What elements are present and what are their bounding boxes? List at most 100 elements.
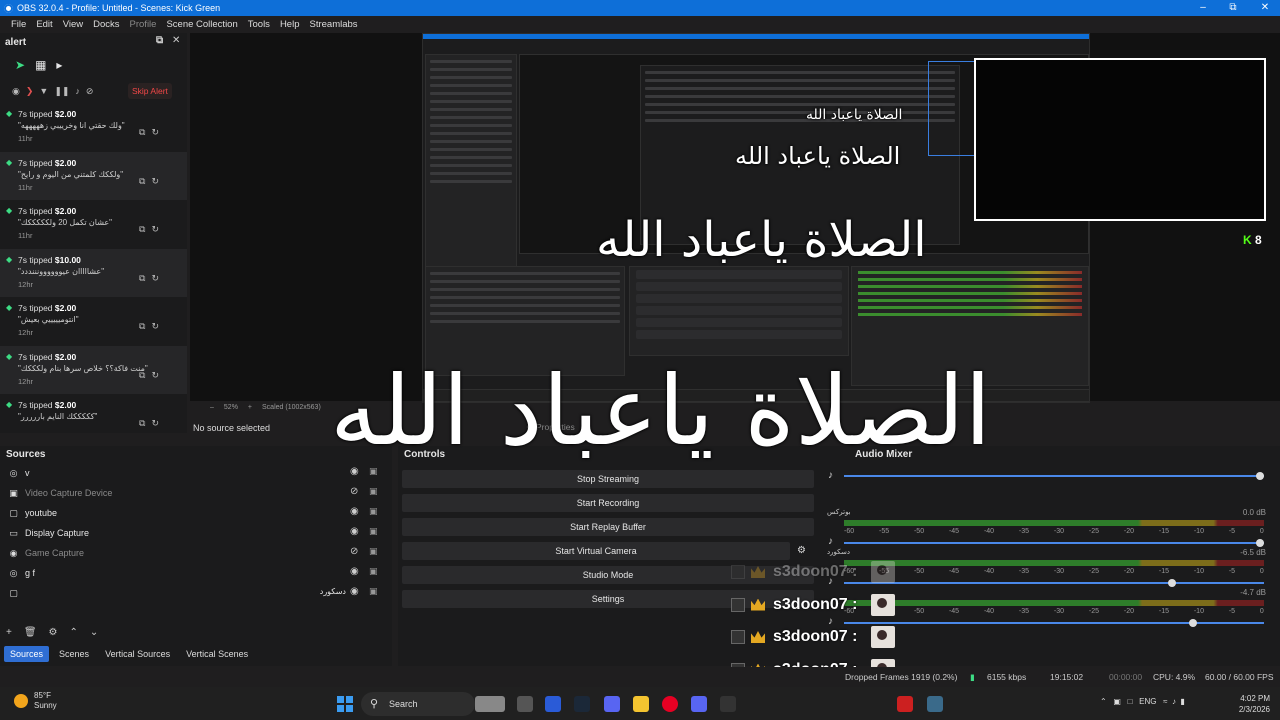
volume-slider[interactable] [844,622,1264,624]
stop-streaming-button[interactable]: Stop Streaming [402,470,814,488]
wifi-icon[interactable]: ≈ [1163,697,1167,706]
arrow-icon[interactable]: ❯ [26,86,34,97]
volume-slider[interactable] [844,475,1264,477]
volume-slider[interactable] [844,542,1264,544]
pause-icon[interactable]: ❚❚ [54,86,69,97]
discord-icon[interactable] [604,696,620,712]
menu-streamlabs[interactable]: Streamlabs [304,19,362,30]
source-item[interactable]: ▣ Video Capture Device ⊘ ▣ [0,483,392,503]
tip-copy-icon[interactable]: ⧉ [139,370,151,380]
volume-knob[interactable] [1189,619,1197,627]
visibility-eye-icon[interactable]: ◉ [350,506,359,517]
volume-knob[interactable] [1168,579,1176,587]
tip-item[interactable]: ◆ 7s tipped $2.00 "كككككك النايم باررررر" ⧉… [0,394,187,443]
language-indicator[interactable]: ENG [1139,697,1156,706]
menu-scene-collection[interactable]: Scene Collection [161,19,242,30]
start-recording-button[interactable]: Start Recording [402,494,814,512]
lock-icon[interactable]: ▣ [369,466,378,477]
tray-app2-icon[interactable]: □ [1128,697,1133,706]
tip-item[interactable]: ◆ 7s tipped $2.00 "عشان تكمل 20 ولكككككك" 1… [0,200,187,249]
volume-knob[interactable] [1256,539,1264,547]
send-icon[interactable]: ➤ [15,58,25,72]
tip-copy-icon[interactable]: ⧉ [139,273,151,283]
tip-copy-icon[interactable]: ⧉ [139,224,151,234]
menu-docks[interactable]: Docks [88,19,124,30]
source-item[interactable]: ◉ Game Capture ⊘ ▣ [0,543,392,563]
pinterest-icon[interactable] [662,696,678,712]
obs-taskbar-icon[interactable] [720,696,736,712]
tip-copy-icon[interactable]: ⧉ [139,176,151,186]
tab-sources[interactable]: Sources [4,646,50,662]
source-item[interactable]: ▢ دسكورد ◉ ▣ [0,583,392,603]
add-source-icon[interactable]: + [6,627,12,638]
gift-icon[interactable]: ▦ [35,58,46,72]
tip-replay-icon[interactable]: ↻ [151,370,165,380]
minimize-button[interactable]: – [1188,0,1218,16]
tip-item[interactable]: ◆ 7s tipped $2.00 "منت فاكة؟؟ خلاص سرها بن… [0,345,187,394]
filter-icon[interactable]: ▼ [39,86,48,96]
visibility-eye-icon[interactable]: ◉ [350,466,359,477]
discord-alt-icon[interactable] [691,696,707,712]
tip-copy-icon[interactable]: ⧉ [139,321,151,331]
tip-item[interactable]: ◆ 7s tipped $2.00 "ولككك كلمتني من اليوم و… [0,151,187,200]
maximize-button[interactable]: ⧉ [1218,0,1248,16]
lock-icon[interactable]: ▣ [369,566,378,577]
undock-icon[interactable]: ⧉ [156,35,163,46]
volume-slider[interactable] [844,582,1264,584]
menu-profile[interactable]: Profile [125,19,162,30]
menu-file[interactable]: File [6,19,31,30]
volume-knob[interactable] [1256,472,1264,480]
shield-app-icon[interactable] [927,696,943,712]
menu-view[interactable]: View [58,19,88,30]
start-replay-buffer-button[interactable]: Start Replay Buffer [402,518,814,536]
tray-chevron-icon[interactable]: ⌃ [1100,697,1107,706]
source-item[interactable]: ▭ Display Capture ◉ ▣ [0,523,392,543]
visibility-eye-icon[interactable]: ◉ [350,586,359,597]
visibility-eye-icon[interactable]: ◉ [350,526,359,537]
battery-icon[interactable]: ▮ [1180,697,1184,706]
tip-copy-icon[interactable]: ⧉ [139,127,151,137]
remove-source-icon[interactable]: 🗑 [24,627,37,638]
tip-item[interactable]: ◆ 7s tipped $10.00 "عشااااان عيووووووننندد… [0,248,187,297]
tip-replay-icon[interactable]: ↻ [151,224,165,234]
tip-item[interactable]: ◆ 7s tipped $2.00 "انتوميييييي بعيش" 12hr ⧉↻ [0,297,187,346]
move-up-icon[interactable]: ⌃ [70,627,78,638]
tip-copy-icon[interactable]: ⧉ [139,418,151,428]
tab-scenes[interactable]: Scenes [53,646,95,662]
source-settings-icon[interactable]: ⚙ [49,627,58,638]
visibility-eye-icon[interactable]: ⊘ [350,546,358,557]
file-explorer-icon[interactable] [633,696,649,712]
speaker-icon[interactable]: ♪ [828,470,833,481]
tab-vertical-scenes[interactable]: Vertical Scenes [180,646,254,662]
menu-edit[interactable]: Edit [31,19,57,30]
windows-start-icon[interactable] [337,696,353,712]
tip-replay-icon[interactable]: ↻ [151,321,165,331]
tip-replay-icon[interactable]: ↻ [151,273,165,283]
visibility-eye-icon[interactable]: ⊘ [350,486,358,497]
taskbar-search[interactable]: ⚲ Search [361,692,475,716]
lock-icon[interactable]: ▣ [369,586,378,597]
menu-help[interactable]: Help [275,19,305,30]
shield-icon[interactable]: ◉ [12,86,20,97]
steam-icon[interactable] [574,696,590,712]
lock-icon[interactable]: ▣ [369,526,378,537]
close-dock-icon[interactable]: ✕ [172,35,180,46]
mute-icon[interactable]: ⊘ [86,86,94,97]
search-highlight-icon[interactable] [475,696,505,712]
scale-label[interactable]: Scaled (1002x563) [262,404,321,411]
edge-icon[interactable] [545,696,561,712]
tray-app-icon[interactable]: ▣ [1113,697,1121,706]
megaphone-icon[interactable]: ▸ [56,58,62,72]
move-down-icon[interactable]: ⌄ [90,627,98,638]
skip-alert-button[interactable]: Skip Alert [128,83,172,99]
lock-icon[interactable]: ▣ [369,546,378,557]
lock-icon[interactable]: ▣ [369,506,378,517]
lock-icon[interactable]: ▣ [369,486,378,497]
weather-widget[interactable]: 85°F Sunny [14,691,57,711]
visibility-eye-icon[interactable]: ◉ [350,566,359,577]
tab-vertical-sources[interactable]: Vertical Sources [99,646,176,662]
tip-replay-icon[interactable]: ↻ [151,176,165,186]
youtube-icon[interactable] [897,696,913,712]
speaker-icon[interactable]: ♪ [828,536,833,547]
virtual-camera-settings-icon[interactable]: ⚙ [797,545,806,556]
